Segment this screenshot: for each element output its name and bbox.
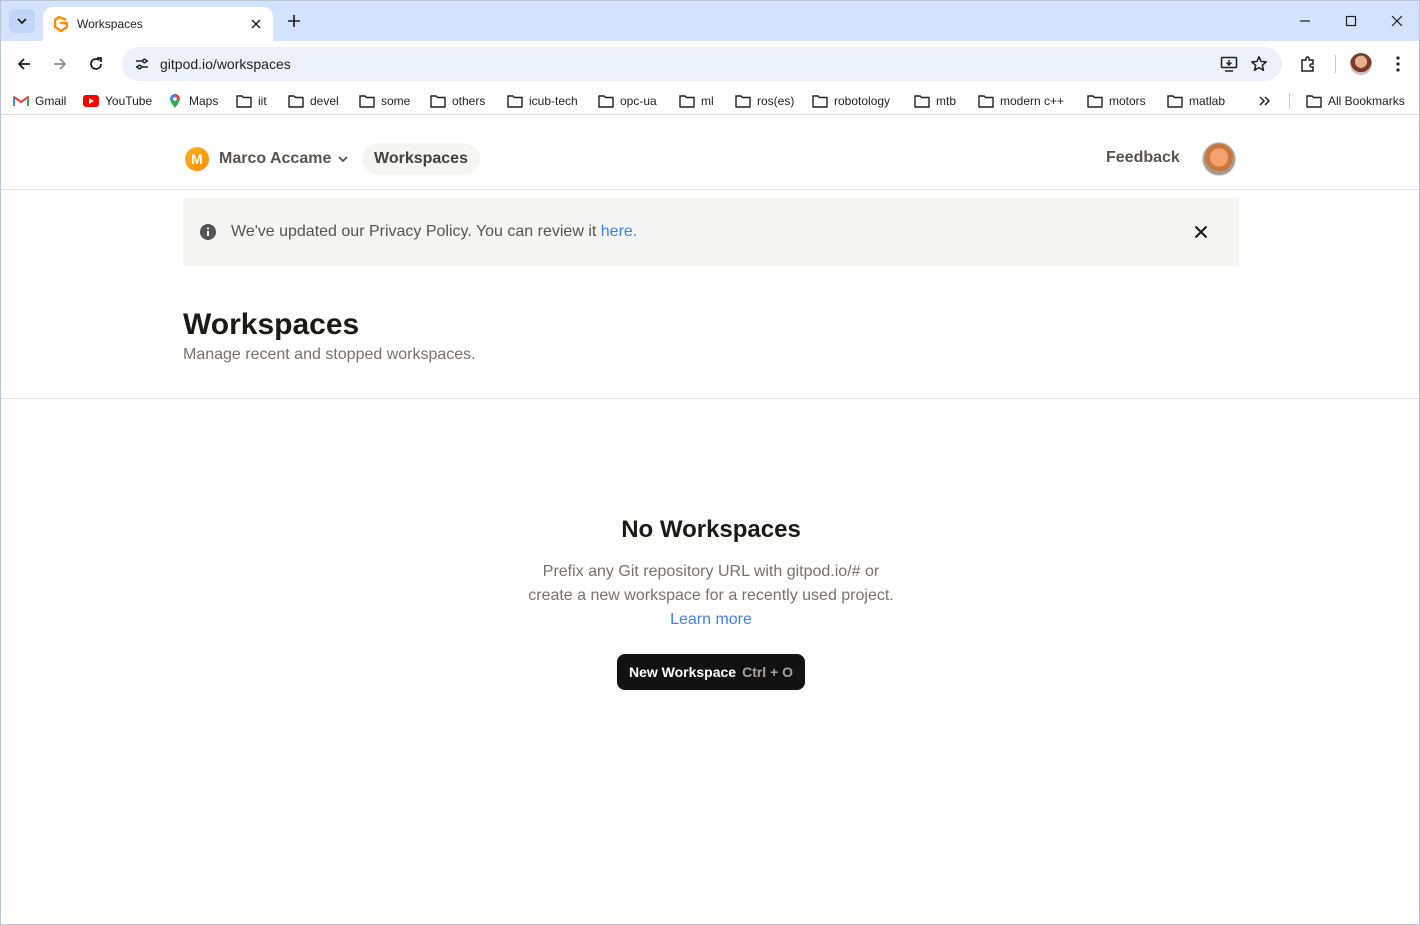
close-icon[interactable] — [1191, 222, 1211, 242]
folder-icon — [1306, 93, 1322, 109]
org-avatar: M — [185, 147, 209, 171]
reload-icon[interactable] — [82, 50, 110, 78]
folder-icon — [288, 93, 304, 109]
org-switcher[interactable]: M Marco Accame — [185, 145, 349, 173]
toolbar-separator — [1335, 55, 1336, 73]
folder-icon — [236, 93, 252, 109]
org-name: Marco Accame — [219, 150, 332, 167]
page-subtitle: Manage recent and stopped workspaces. — [183, 346, 476, 363]
bookmark-folder[interactable]: icub-tech — [507, 91, 578, 111]
bookmarks-bar: Gmail YouTube Maps iit devel some others… — [1, 87, 1419, 115]
browser-tab[interactable]: Workspaces — [43, 7, 273, 41]
gmail-icon — [13, 93, 29, 109]
notice-text: We've updated our Privacy Policy. You ca… — [231, 223, 638, 240]
tab-close-icon[interactable] — [247, 15, 265, 33]
empty-state-text: Prefix any Git repository URL with gitpo… — [528, 563, 894, 604]
folder-icon — [812, 93, 828, 109]
minimize-icon[interactable] — [1287, 7, 1323, 35]
bookmark-folder[interactable]: iit — [236, 91, 267, 111]
address-bar[interactable]: gitpod.io/workspaces — [122, 47, 1282, 81]
section-divider — [1, 398, 1419, 399]
bookmark-star-icon[interactable] — [1244, 49, 1274, 79]
back-icon[interactable] — [10, 50, 38, 78]
bookmark-gmail[interactable]: Gmail — [13, 91, 66, 111]
info-icon — [199, 223, 217, 241]
bookmark-maps[interactable]: Maps — [167, 91, 218, 111]
bookmark-folder[interactable]: mtb — [914, 91, 956, 111]
folder-icon — [1087, 93, 1103, 109]
new-tab-icon[interactable] — [283, 10, 305, 32]
user-avatar[interactable] — [1202, 142, 1236, 176]
url-text[interactable]: gitpod.io/workspaces — [160, 56, 1214, 72]
folder-icon — [978, 93, 994, 109]
maximize-icon[interactable] — [1333, 7, 1369, 35]
browser-window: Workspaces gitpod.io/workspaces Gmail Yo… — [0, 0, 1420, 925]
nav-workspaces[interactable]: Workspaces — [362, 143, 480, 175]
bookmark-folder[interactable]: robotology — [812, 91, 890, 111]
privacy-policy-link[interactable]: here — [601, 223, 633, 240]
feedback-link[interactable]: Feedback — [1106, 149, 1180, 167]
extensions-icon[interactable] — [1294, 50, 1322, 78]
new-workspace-button[interactable]: New Workspace Ctrl + O — [617, 654, 805, 690]
page-title: Workspaces — [183, 308, 360, 341]
bookmark-folder[interactable]: ros(es) — [735, 91, 794, 111]
folder-icon — [430, 93, 446, 109]
tab-search-button[interactable] — [9, 9, 35, 33]
more-menu-icon[interactable] — [1384, 50, 1412, 78]
bookmarks-separator — [1289, 93, 1290, 109]
youtube-icon — [83, 93, 99, 109]
site-info-icon[interactable] — [126, 48, 158, 80]
bookmark-youtube[interactable]: YouTube — [83, 91, 152, 111]
window-close-icon[interactable] — [1379, 7, 1415, 35]
bookmark-folder[interactable]: ml — [679, 91, 714, 111]
folder-icon — [1167, 93, 1183, 109]
chevron-down-icon — [337, 153, 349, 165]
all-bookmarks[interactable]: All Bookmarks — [1306, 91, 1405, 111]
folder-icon — [914, 93, 930, 109]
chevron-down-icon — [17, 18, 27, 25]
folder-icon — [735, 93, 751, 109]
bookmark-folder[interactable]: motors — [1087, 91, 1146, 111]
tab-title: Workspaces — [77, 17, 143, 31]
bookmark-folder[interactable]: matlab — [1167, 91, 1225, 111]
browser-toolbar: gitpod.io/workspaces — [1, 41, 1419, 87]
folder-icon — [359, 93, 375, 109]
install-app-icon[interactable] — [1214, 49, 1244, 79]
app-header: M Marco Accame Workspaces Feedback — [1, 116, 1419, 190]
forward-icon[interactable] — [46, 50, 74, 78]
learn-more-link[interactable]: Learn more — [670, 608, 752, 632]
bookmarks-overflow-icon[interactable] — [1258, 91, 1272, 111]
empty-state: No Workspaces Prefix any Git repository … — [1, 516, 1419, 632]
bookmark-folder[interactable]: modern c++ — [978, 91, 1064, 111]
bookmark-folder[interactable]: devel — [288, 91, 339, 111]
tab-strip: Workspaces — [1, 1, 1419, 41]
maps-icon — [167, 93, 183, 109]
web-page: M Marco Accame Workspaces Feedback We've… — [1, 116, 1419, 924]
profile-avatar[interactable] — [1347, 50, 1375, 78]
new-workspace-label: New Workspace — [628, 664, 737, 680]
folder-icon — [507, 93, 523, 109]
keyboard-shortcut: Ctrl + O — [742, 664, 794, 680]
privacy-notice: We've updated our Privacy Policy. You ca… — [183, 198, 1239, 266]
empty-state-title: No Workspaces — [621, 516, 801, 543]
bookmark-folder[interactable]: opc-ua — [598, 91, 657, 111]
bookmark-folder[interactable]: others — [430, 91, 485, 111]
folder-icon — [679, 93, 695, 109]
bookmark-folder[interactable]: some — [359, 91, 410, 111]
folder-icon — [598, 93, 614, 109]
gitpod-favicon-icon — [53, 16, 69, 32]
